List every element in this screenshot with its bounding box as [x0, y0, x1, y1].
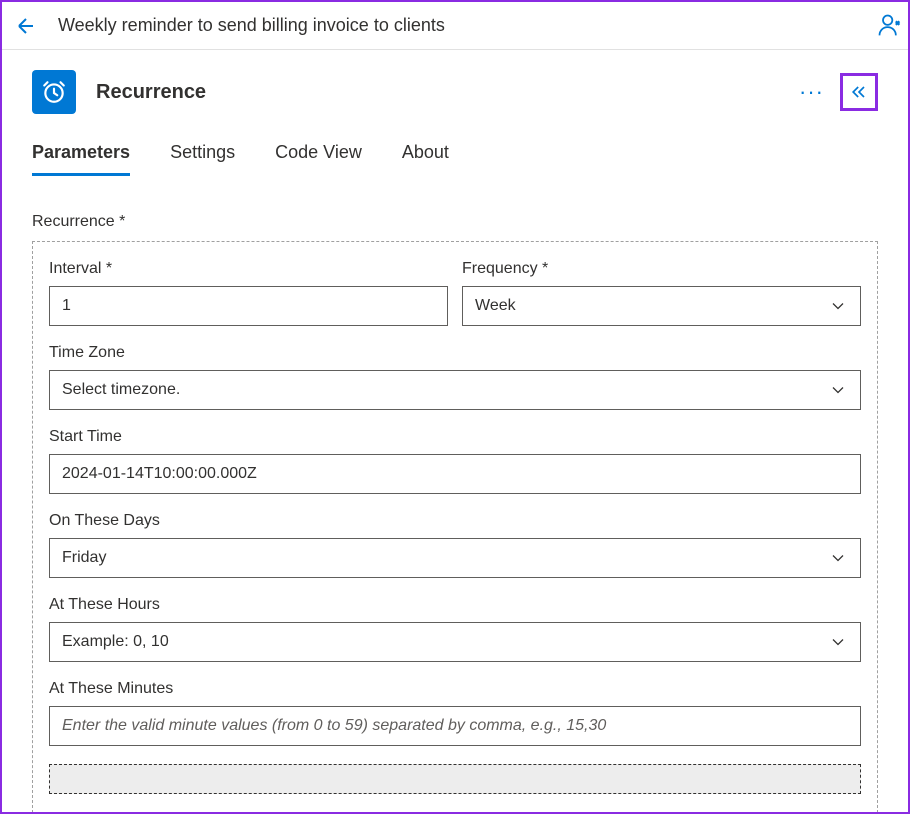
chevron-down-icon	[828, 548, 848, 568]
ondays-field: On These Days Friday	[49, 512, 861, 578]
tab-parameters[interactable]: Parameters	[32, 142, 130, 176]
athours-select[interactable]: Example: 0, 10	[49, 622, 861, 662]
tab-codeview[interactable]: Code View	[275, 142, 362, 176]
frequency-select[interactable]: Week	[462, 286, 861, 326]
action-header: Recurrence ···	[32, 70, 878, 114]
content-area: Recurrence ··· Parameters Settings Code …	[2, 50, 908, 812]
starttime-label: Start Time	[49, 428, 861, 446]
starttime-input[interactable]	[49, 454, 861, 494]
timezone-field: Time Zone Select timezone.	[49, 344, 861, 410]
section-label: Recurrence *	[32, 213, 878, 231]
page-title: Weekly reminder to send billing invoice …	[58, 15, 445, 36]
interval-field: Interval *	[49, 260, 448, 326]
chevron-down-icon	[828, 632, 848, 652]
atminutes-input[interactable]	[49, 706, 861, 746]
tab-about[interactable]: About	[402, 142, 449, 176]
athours-placeholder: Example: 0, 10	[62, 633, 169, 651]
timezone-label: Time Zone	[49, 344, 861, 362]
top-header: Weekly reminder to send billing invoice …	[2, 2, 908, 50]
ondays-value: Friday	[62, 549, 106, 567]
action-title: Recurrence	[96, 81, 206, 104]
atminutes-field: At These Minutes	[49, 680, 861, 746]
timezone-placeholder: Select timezone.	[62, 381, 180, 399]
starttime-field: Start Time	[49, 428, 861, 494]
tabs: Parameters Settings Code View About	[32, 142, 878, 177]
athours-label: At These Hours	[49, 596, 861, 614]
recurrence-fieldset: Interval * Frequency * Week Time Zone Se…	[32, 241, 878, 812]
clock-icon	[32, 70, 76, 114]
collapse-panel-button[interactable]	[840, 73, 878, 111]
athours-field: At These Hours Example: 0, 10	[49, 596, 861, 662]
interval-input[interactable]	[49, 286, 448, 326]
ondays-select[interactable]: Friday	[49, 538, 861, 578]
frequency-field: Frequency * Week	[462, 260, 861, 326]
person-icon[interactable]	[876, 12, 904, 40]
frequency-value: Week	[475, 297, 516, 315]
ondays-label: On These Days	[49, 512, 861, 530]
timezone-select[interactable]: Select timezone.	[49, 370, 861, 410]
interval-label: Interval *	[49, 260, 448, 278]
tab-settings[interactable]: Settings	[170, 142, 235, 176]
atminutes-label: At These Minutes	[49, 680, 861, 698]
header-actions: ···	[799, 73, 878, 111]
more-options-button[interactable]: ···	[799, 81, 824, 103]
back-button[interactable]	[14, 14, 38, 38]
chevron-down-icon	[828, 380, 848, 400]
chevron-down-icon	[828, 296, 848, 316]
frequency-label: Frequency *	[462, 260, 861, 278]
preview-box	[49, 764, 861, 794]
